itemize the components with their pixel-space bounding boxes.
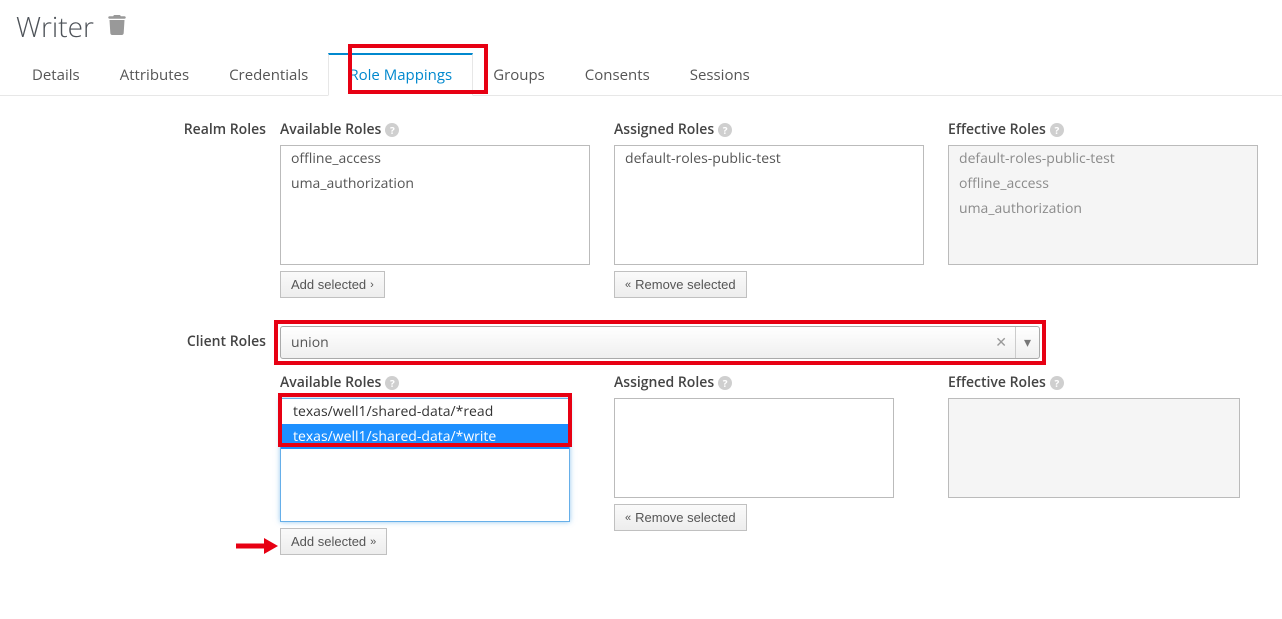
close-icon[interactable]: ✕ bbox=[987, 327, 1015, 358]
chevron-right-icon: › bbox=[370, 279, 374, 291]
list-item[interactable]: uma_authorization bbox=[281, 171, 589, 196]
realm-effective-listbox: default-roles-public-test offline_access… bbox=[948, 145, 1258, 265]
list-item[interactable]: texas/well1/shared-data/*write bbox=[281, 424, 569, 449]
tab-consents[interactable]: Consents bbox=[565, 53, 670, 96]
list-item: offline_access bbox=[949, 171, 1257, 196]
tabs: Details Attributes Credentials Role Mapp… bbox=[0, 52, 1282, 96]
page-title: Writer bbox=[16, 8, 94, 46]
realm-roles-label: Realm Roles bbox=[18, 120, 280, 139]
help-icon[interactable]: ? bbox=[718, 123, 732, 137]
client-remove-selected-button[interactable]: «Remove selected bbox=[614, 504, 747, 531]
list-item[interactable]: texas/well1/shared-data/*read bbox=[281, 399, 569, 424]
chevron-right-icon: » bbox=[370, 536, 376, 548]
chevron-left-icon: « bbox=[625, 279, 631, 291]
tab-role-mappings[interactable]: Role Mappings bbox=[328, 53, 473, 96]
help-icon[interactable]: ? bbox=[385, 123, 399, 137]
arrow-icon bbox=[234, 535, 280, 562]
help-icon[interactable]: ? bbox=[385, 376, 399, 390]
available-roles-header: Available Roles? bbox=[280, 120, 590, 139]
help-icon[interactable]: ? bbox=[1050, 376, 1064, 390]
client-assigned-listbox[interactable] bbox=[614, 398, 894, 498]
list-item: default-roles-public-test bbox=[949, 146, 1257, 171]
client-select[interactable]: union ✕ ▾ bbox=[280, 326, 1040, 359]
tab-groups[interactable]: Groups bbox=[473, 53, 565, 96]
realm-assigned-listbox[interactable]: default-roles-public-test bbox=[614, 145, 924, 265]
tab-credentials[interactable]: Credentials bbox=[209, 53, 328, 96]
tab-details[interactable]: Details bbox=[12, 53, 100, 96]
chevron-left-icon: « bbox=[625, 512, 631, 524]
tab-sessions[interactable]: Sessions bbox=[670, 53, 770, 96]
list-item[interactable]: default-roles-public-test bbox=[615, 146, 923, 171]
realm-available-listbox[interactable]: offline_access uma_authorization bbox=[280, 145, 590, 265]
client-roles-label: Client Roles bbox=[18, 326, 280, 351]
help-icon[interactable]: ? bbox=[718, 376, 732, 390]
chevron-down-icon[interactable]: ▾ bbox=[1015, 327, 1039, 358]
client-select-value: union bbox=[281, 327, 987, 358]
client-add-selected-button[interactable]: Add selected» bbox=[280, 528, 387, 555]
trash-icon[interactable] bbox=[108, 15, 126, 40]
tab-attributes[interactable]: Attributes bbox=[100, 53, 209, 96]
help-icon[interactable]: ? bbox=[1050, 123, 1064, 137]
list-item[interactable]: offline_access bbox=[281, 146, 589, 171]
client-available-listbox[interactable]: texas/well1/shared-data/*read texas/well… bbox=[280, 398, 570, 522]
assigned-roles-header: Assigned Roles? bbox=[614, 120, 924, 139]
client-assigned-roles-header: Assigned Roles? bbox=[614, 373, 894, 392]
client-effective-listbox bbox=[948, 398, 1240, 498]
add-selected-button[interactable]: Add selected› bbox=[280, 271, 385, 298]
remove-selected-button[interactable]: «Remove selected bbox=[614, 271, 747, 298]
effective-roles-header: Effective Roles? bbox=[948, 120, 1258, 139]
list-item: uma_authorization bbox=[949, 196, 1257, 221]
client-effective-roles-header: Effective Roles? bbox=[948, 373, 1240, 392]
client-available-roles-header: Available Roles? bbox=[280, 373, 570, 392]
